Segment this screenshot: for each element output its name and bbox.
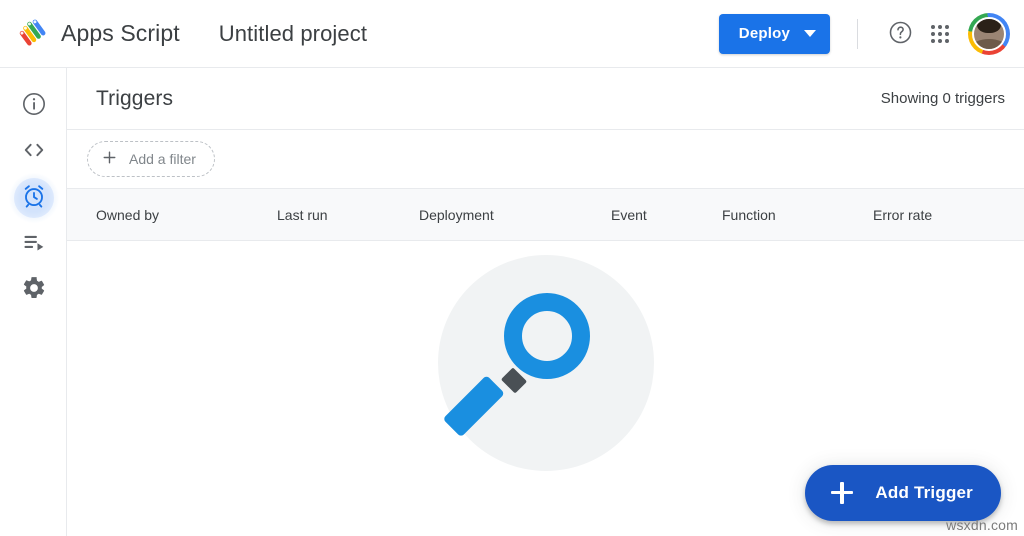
table-body-empty: Add Trigger wsxdn.com <box>67 241 1024 535</box>
magnifying-glass-icon <box>504 293 590 379</box>
help-circle-icon <box>888 20 913 48</box>
header-actions: Deploy <box>719 13 1010 55</box>
main-content: Triggers Showing 0 triggers Add a filter… <box>67 68 1024 536</box>
watermark: wsxdn.com <box>946 517 1018 533</box>
empty-state-illustration <box>438 255 654 471</box>
showing-count-label: Showing 0 triggers <box>881 90 1005 107</box>
column-header-function[interactable]: Function <box>722 207 776 223</box>
header-divider <box>857 19 858 49</box>
info-circle-icon <box>21 91 47 122</box>
add-trigger-label: Add Trigger <box>875 483 973 503</box>
table-header-row: Owned by Last run Deployment Event Funct… <box>67 189 1024 241</box>
gear-icon <box>21 275 47 306</box>
deploy-button-label: Deploy <box>739 25 790 42</box>
sidebar-item-editor[interactable] <box>0 129 67 175</box>
executions-list-play-icon <box>21 229 47 260</box>
column-header-error-rate[interactable]: Error rate <box>873 207 932 223</box>
add-trigger-button[interactable]: Add Trigger <box>805 465 1001 521</box>
add-filter-label: Add a filter <box>129 151 196 167</box>
add-filter-chip[interactable]: Add a filter <box>87 141 215 177</box>
code-brackets-icon <box>21 137 47 168</box>
column-header-deployment[interactable]: Deployment <box>419 207 494 223</box>
apps-script-triggers-page: Apps Script Untitled project Deploy <box>0 0 1024 536</box>
sidebar-item-project-settings[interactable] <box>0 267 67 313</box>
brand-name: Apps Script <box>61 20 180 47</box>
project-title[interactable]: Untitled project <box>219 21 367 47</box>
brand[interactable]: Apps Script <box>16 16 180 52</box>
top-header: Apps Script Untitled project Deploy <box>0 0 1024 68</box>
page-title: Triggers <box>96 87 173 111</box>
sidebar-item-executions[interactable] <box>0 221 67 267</box>
plus-icon <box>831 482 853 504</box>
deploy-button[interactable]: Deploy <box>719 14 830 54</box>
sidebar-item-triggers[interactable] <box>0 175 67 221</box>
google-apps-button[interactable] <box>920 14 960 54</box>
plus-icon <box>101 149 118 169</box>
page-header: Triggers Showing 0 triggers <box>67 68 1024 130</box>
help-button[interactable] <box>880 14 920 54</box>
sidebar-item-overview[interactable] <box>0 83 67 129</box>
alarm-clock-icon <box>21 183 47 214</box>
column-header-owned-by[interactable]: Owned by <box>96 207 159 223</box>
column-header-last-run[interactable]: Last run <box>277 207 328 223</box>
apps-grid-icon <box>931 25 949 43</box>
filter-bar: Add a filter <box>67 130 1024 189</box>
avatar-photo <box>972 17 1006 51</box>
column-header-event[interactable]: Event <box>611 207 647 223</box>
chevron-down-icon <box>804 30 816 37</box>
avatar[interactable] <box>968 13 1010 55</box>
apps-script-logo-icon <box>16 16 52 52</box>
left-rail <box>0 68 67 536</box>
